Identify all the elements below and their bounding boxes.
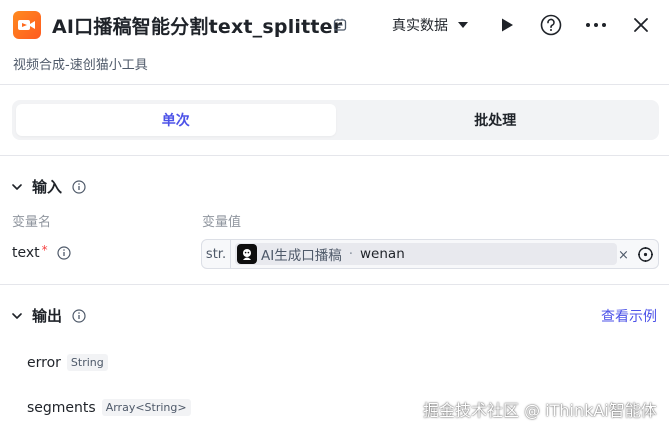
input-section-header[interactable]: 输入 [12,176,86,197]
variable-picker-icon[interactable] [637,246,654,263]
output-type-badge: Array<String> [101,399,191,416]
node-avatar-icon [237,244,257,264]
data-mode-label: 真实数据 [392,18,448,34]
run-mode-tabs: 单次 批处理 [12,100,659,140]
input-value-field[interactable]: str. AI生成口播稿 · wenan × [201,239,659,269]
input-var-label: text [12,245,40,261]
output-section-header[interactable]: 输出 [12,305,86,326]
output-section-title: 输出 [32,307,63,325]
input-var-name: text * [12,243,71,261]
output-field-row: error String [27,354,108,371]
panel-header: AI口播稿智能分割text_splitter 真实数据 [0,0,669,50]
node-subtitle: 视频合成-速创猫小工具 [13,58,148,73]
ref-separator: · [348,246,354,262]
info-icon[interactable] [72,308,86,323]
info-icon[interactable] [72,179,86,194]
tab-batch[interactable]: 批处理 [336,104,656,136]
ref-variable-name: wenan [360,246,405,262]
chevron-down-icon [12,183,22,190]
input-section-title: 输入 [32,178,63,196]
column-label-name: 变量名 [12,215,52,230]
chevron-down-icon [458,22,468,28]
output-type-badge: String [66,354,108,371]
variable-reference-chip[interactable]: AI生成口播稿 · wenan [235,243,617,265]
more-icon [586,23,606,27]
divider [0,84,669,85]
close-icon [634,18,648,32]
divider [0,155,669,156]
more-button[interactable] [584,13,608,37]
clear-icon[interactable]: × [618,248,629,263]
data-mode-select[interactable]: 真实数据 [392,15,468,35]
output-field-name: segments [27,399,96,416]
close-button[interactable] [629,13,653,37]
help-button[interactable] [539,13,563,37]
help-icon [540,14,562,36]
view-example-link[interactable]: 查看示例 [601,306,657,326]
output-field-row: segments Array<String> [27,399,191,416]
output-field-name: error [27,354,61,371]
type-tag: str. [202,240,231,268]
play-button[interactable] [495,13,519,37]
watermark: 掘金技术社区 @ iThinkAi智能体 [423,401,657,420]
column-label-value: 变量值 [202,215,242,230]
node-title: AI口播稿智能分割text_splitter [52,16,343,38]
chevron-down-icon [12,312,22,319]
tab-single[interactable]: 单次 [16,104,336,136]
divider [0,284,669,285]
edit-icon[interactable] [333,17,347,31]
info-icon[interactable] [57,246,71,260]
ref-node-name: AI生成口播稿 [261,248,342,264]
video-app-icon [13,11,41,39]
play-icon [502,18,513,32]
required-mark: * [41,243,48,257]
